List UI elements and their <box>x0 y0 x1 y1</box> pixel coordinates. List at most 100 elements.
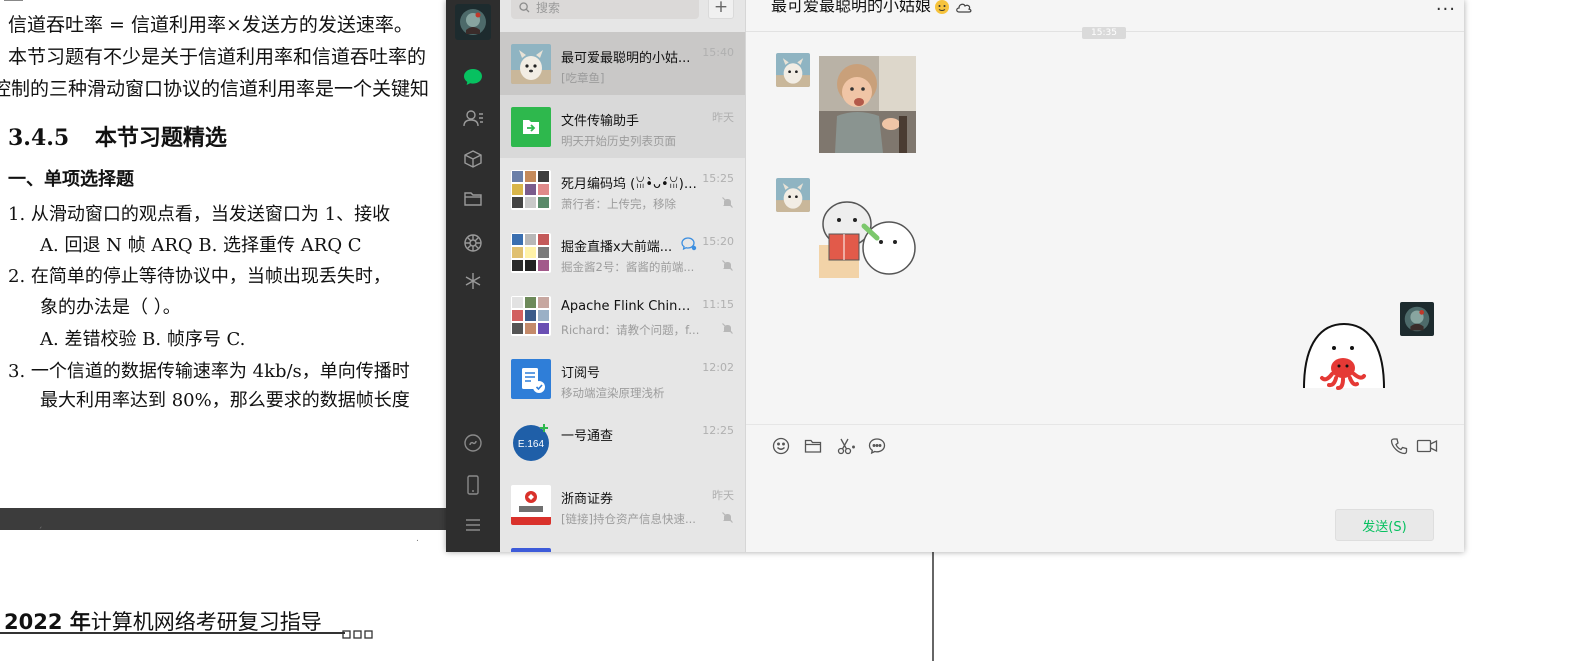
conversation-item[interactable]: 浙商证券 昨天 [链接]持仓资产信息快速... <box>500 473 745 536</box>
reading-bears-sticker[interactable] <box>819 200 917 280</box>
section-number: 3.4.5 <box>8 125 70 151</box>
message-time: 15:35 <box>1082 27 1126 39</box>
video-camera-icon <box>1416 439 1438 453</box>
mute-bell-icon <box>722 197 733 208</box>
more-options-button[interactable]: ... <box>1436 0 1456 15</box>
footer-rule <box>0 632 345 634</box>
video-call-button[interactable] <box>1416 436 1438 456</box>
conversation-item[interactable]: 最可爱最聪明的小姑... 15:40 [吃章鱼] <box>500 32 745 95</box>
input-divider <box>746 424 1464 425</box>
doc-q1: 1. 从滑动窗口的观点看，当发送窗口为 1、接收 <box>8 204 391 225</box>
conversation-item[interactable]: 文件传输助手 昨天 明天开始历史列表页面 <box>500 95 745 158</box>
doc-q2: 2. 在简单的停止等待协议中，当帧出现丢失时， <box>8 266 391 287</box>
conversation-preview: 掘金酱2号：酱酱的前端... <box>561 260 695 274</box>
emoji-face-icon <box>935 0 950 14</box>
conversation-item[interactable]: Apache Flink China... 11:15 Richard：请教个问… <box>500 284 745 347</box>
doc-section-heading: 3.4.5 本节习题精选 <box>8 120 227 152</box>
contact-avatar[interactable] <box>776 53 810 87</box>
doc-cut-line: ― <box>4 0 23 10</box>
voice-call-button[interactable] <box>1388 436 1410 456</box>
footer-year: 2022 年 <box>4 610 91 634</box>
conversation-item[interactable]: 订阅号 12:02 移动端渲染原理浅析 <box>500 347 745 410</box>
search-placeholder: 搜索 <box>536 0 561 15</box>
zheshang-avatar <box>511 485 551 525</box>
conversation-item[interactable]: 死月编码坞 (ꈍ•̀ᴗ•́ꈍ) ... 15:25 萧行者：上传完，移除 <box>500 158 745 221</box>
conversation-list: 搜索 + 最可爱最聪明的小姑... 15:40 [吃章鱼] 文件传输助手 昨天 … <box>500 0 746 552</box>
subscription-avatar <box>511 359 551 399</box>
add-chat-button[interactable]: + <box>708 0 734 19</box>
screenshot-button[interactable] <box>835 436 857 456</box>
doc-line-3: 控制的三种滑动窗口协议的信道利用率是一个关键知 <box>0 78 430 100</box>
file-transfer-avatar <box>511 107 551 147</box>
live-chat-icon <box>681 237 697 251</box>
conversation-name: 浙商证券 <box>561 492 614 507</box>
chat-history-button[interactable] <box>866 436 888 456</box>
window-divider <box>932 552 934 661</box>
scan-mark: ´ <box>38 527 43 537</box>
miniprogram-panel-icon[interactable] <box>446 428 500 458</box>
phone-nav-icon[interactable] <box>446 470 500 500</box>
conversation-time: 12:25 <box>702 424 734 437</box>
footer-boxes-icon <box>342 630 373 639</box>
mute-bell-icon <box>722 260 733 271</box>
doc-line-1: 信道吞吐率 = 信道利用率×发送方的发送速率。 <box>8 14 413 36</box>
conversation-name: 文件传输助手 <box>561 114 640 129</box>
conversation-time: 15:20 <box>702 235 734 248</box>
chat-title: 最可爱最聪明的小姑娘 <box>771 0 973 16</box>
doc-q2-options: A. 差错校验 B. 帧序号 C. <box>40 329 246 350</box>
phone-icon <box>1390 438 1408 455</box>
conversation-name: 最可爱最聪明的小姑... <box>561 51 691 66</box>
search-input[interactable]: 搜索 <box>511 0 699 19</box>
doc-q1-options: A. 回退 N 帧 ARQ B. 选择重传 ARQ C <box>40 235 362 256</box>
conversation-time: 11:15 <box>702 298 734 311</box>
conversation-time: 12:02 <box>702 361 734 374</box>
contacts-nav-icon[interactable] <box>446 103 500 133</box>
cloud-emoji-icon <box>956 3 972 13</box>
next-conversation-avatar <box>511 548 551 552</box>
conversation-preview: 移动端渲染原理浅析 <box>561 386 665 400</box>
scissors-icon <box>837 438 855 455</box>
e164-avatar: E.164 <box>511 422 551 462</box>
conversation-preview: Richard：请教个问题，f... <box>561 323 700 337</box>
conversation-name: Apache Flink China... <box>561 299 697 314</box>
conversation-name: 订阅号 <box>561 366 601 381</box>
mute-bell-icon <box>722 512 733 523</box>
nav-sidebar <box>446 0 500 552</box>
eating-octopus-sticker[interactable] <box>1302 322 1386 390</box>
group-avatar <box>511 296 551 336</box>
conversation-item[interactable]: 掘金直播x大前端... 15:20 掘金酱2号：酱酱的前端... <box>500 221 745 284</box>
doc-q3-cont: 最大利用率达到 80%，那么要求的数据帧长度 <box>40 390 410 411</box>
conversation-time: 15:25 <box>702 172 734 185</box>
mute-bell-icon <box>722 323 733 334</box>
user-avatar-icon <box>455 4 491 40</box>
conversation-preview: 明天开始历史列表页面 <box>561 134 676 148</box>
miniprogram-nav-icon[interactable] <box>446 266 500 296</box>
chat-bubble-icon <box>868 438 886 455</box>
menu-nav-icon[interactable] <box>446 510 500 540</box>
footer-title: 计算机网络考研复习指导 <box>90 610 322 634</box>
scan-mark: . <box>416 534 419 544</box>
emoji-button[interactable] <box>770 436 792 456</box>
conversation-preview: 萧行者：上传完，移除 <box>561 197 676 211</box>
conversation-preview: [链接]持仓资产信息快速... <box>561 512 696 526</box>
send-file-button[interactable] <box>802 436 824 456</box>
user-avatar[interactable] <box>455 4 491 40</box>
doc-subheading: 一、单项选择题 <box>8 169 134 190</box>
doc-q3: 3. 一个信道的数据传输速率为 4kb/s，单向传播时 <box>8 361 410 382</box>
conversation-name: 掘金直播x大前端... <box>561 240 673 255</box>
contact-avatar[interactable] <box>776 178 810 212</box>
doc-line-2: 本节习题有不少是关于信道利用率和信道吞吐率的 <box>8 46 427 68</box>
send-button[interactable]: 发送(S) <box>1335 509 1434 541</box>
wechat-window: 搜索 + 最可爱最聪明的小姑... 15:40 [吃章鱼] 文件传输助手 昨天 … <box>446 0 1464 552</box>
conversation-item[interactable]: E.164 一号通查 12:25 <box>500 410 745 473</box>
favorites-nav-icon[interactable] <box>446 144 500 174</box>
chat-nav-icon[interactable] <box>446 62 500 92</box>
files-nav-icon[interactable] <box>446 184 500 214</box>
conversation-time: 15:40 <box>702 46 734 59</box>
moments-nav-icon[interactable] <box>446 228 500 258</box>
chat-panel: 最可爱最聪明的小姑娘 ... 15:35 发送(S) <box>746 0 1464 552</box>
my-avatar[interactable] <box>1400 302 1434 336</box>
section-title: 本节习题精选 <box>94 125 227 151</box>
baby-photo-message[interactable] <box>819 56 916 153</box>
conversation-preview: [吃章鱼] <box>561 71 605 85</box>
